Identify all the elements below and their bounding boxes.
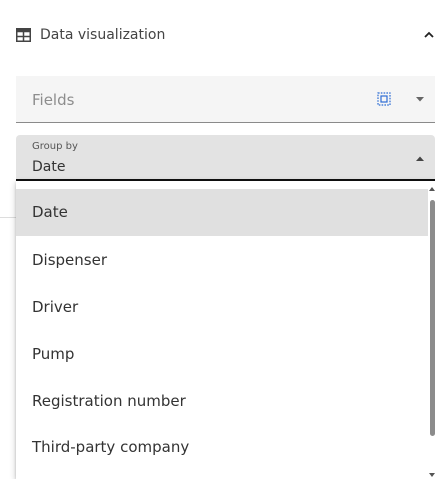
select-all-icon[interactable] xyxy=(377,92,391,106)
group-by-select[interactable]: Group by Date xyxy=(16,135,435,181)
chevron-up-icon[interactable] xyxy=(423,28,435,42)
fields-placeholder: Fields xyxy=(32,91,75,109)
scroll-up-icon[interactable] xyxy=(429,186,435,192)
option-driver[interactable]: Driver xyxy=(16,284,428,331)
option-third-party-company[interactable]: Third-party company xyxy=(16,424,428,471)
panel-title: Data visualization xyxy=(40,27,166,43)
caret-up-icon[interactable] xyxy=(414,153,426,165)
fields-select[interactable]: Fields xyxy=(16,76,435,123)
table-icon xyxy=(16,28,31,42)
group-by-value: Date xyxy=(32,159,66,175)
divider xyxy=(0,217,16,218)
caret-down-icon[interactable] xyxy=(414,93,426,105)
dropdown-scrollbar[interactable] xyxy=(428,186,435,479)
option-dispenser[interactable]: Dispenser xyxy=(16,237,428,284)
group-by-label: Group by xyxy=(32,141,78,152)
option-registration-number[interactable]: Registration number xyxy=(16,378,428,425)
scrollbar-thumb[interactable] xyxy=(430,200,435,436)
panel-header[interactable]: Data visualization xyxy=(0,10,435,62)
option-pump[interactable]: Pump xyxy=(16,331,428,378)
group-by-dropdown: Date Dispenser Driver Pump Registration … xyxy=(16,181,435,479)
option-date[interactable]: Date xyxy=(16,189,428,236)
scroll-down-icon[interactable] xyxy=(429,472,435,478)
